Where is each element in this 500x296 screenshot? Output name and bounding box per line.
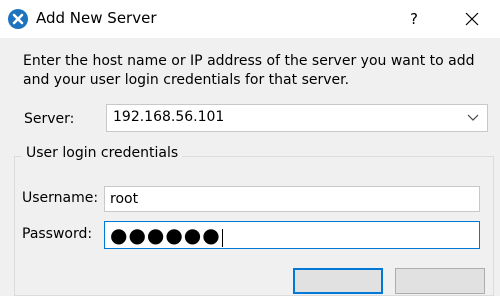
title-bar: Add New Server ? bbox=[0, 0, 500, 38]
username-label: Username: bbox=[22, 190, 99, 206]
chevron-down-icon[interactable] bbox=[467, 114, 479, 122]
window-title: Add New Server bbox=[36, 9, 157, 27]
instructions-text: Enter the host name or IP address of the… bbox=[23, 53, 475, 88]
ok-button[interactable] bbox=[293, 268, 383, 294]
close-button[interactable] bbox=[452, 0, 492, 38]
help-button[interactable]: ? bbox=[396, 0, 432, 38]
password-label: Password: bbox=[22, 226, 93, 242]
password-mask: ●●●●●● bbox=[110, 223, 221, 247]
app-x-icon bbox=[8, 9, 28, 29]
server-combobox[interactable]: 192.168.56.101 bbox=[106, 104, 488, 132]
password-field[interactable]: ●●●●●● bbox=[104, 221, 480, 249]
server-label: Server: bbox=[24, 111, 75, 127]
text-caret bbox=[221, 229, 223, 247]
server-value: 192.168.56.101 bbox=[113, 109, 225, 125]
credentials-group-title: User login credentials bbox=[22, 145, 183, 161]
username-field[interactable] bbox=[104, 186, 480, 212]
close-icon bbox=[465, 12, 479, 26]
cancel-button[interactable] bbox=[395, 268, 485, 294]
